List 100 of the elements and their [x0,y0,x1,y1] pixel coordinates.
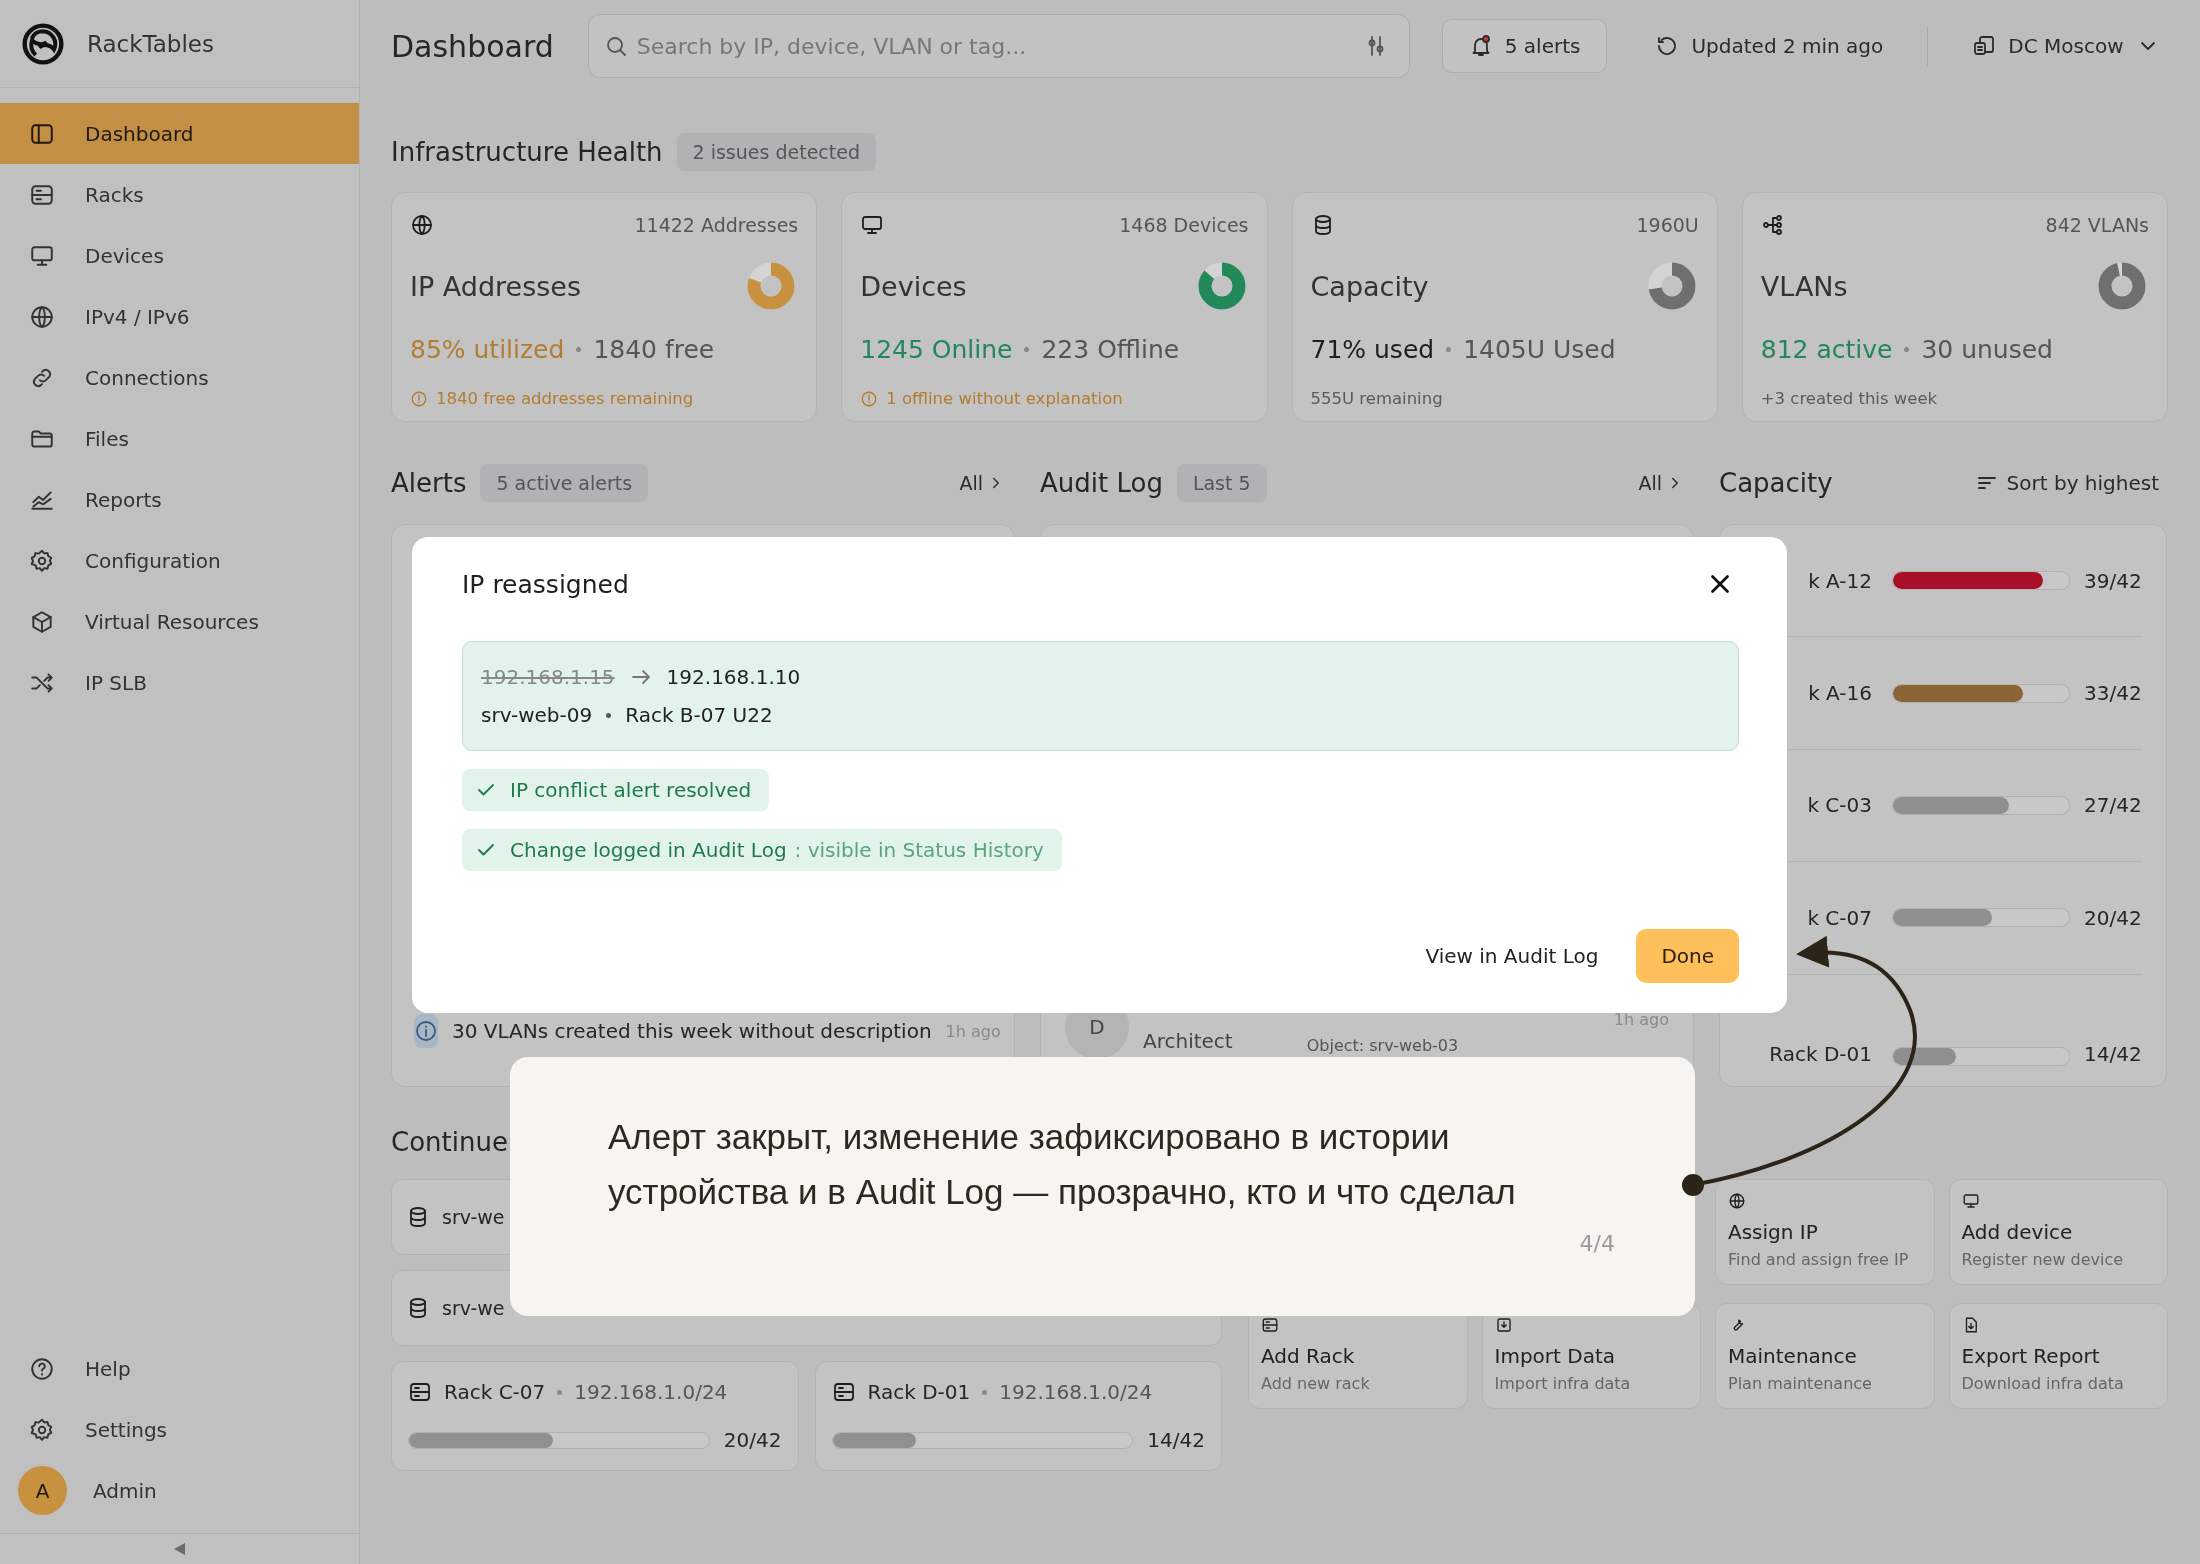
nav-item[interactable]: Dashboard [0,103,359,164]
action-subtitle: Find and assign free IP [1728,1250,1910,1269]
dialog-title: IP reassigned [462,569,629,599]
capacity-reading: 14/42 [2084,1042,2142,1066]
log-object: Object: srv-web-03 [1306,1036,1459,1057]
card-title: Devices [860,270,967,302]
network-icon [1760,213,1785,237]
card-title: Capacity [1310,270,1429,302]
count-badge: Last 5 [1176,464,1267,502]
action-title: Maintenance [1728,1344,1858,1368]
section-title: Alerts [391,468,467,498]
nav-item[interactable]: IPv4 / IPv6 [0,286,359,347]
user-name[interactable]: Admin [93,1478,157,1503]
card-title: IP Addresses [410,270,582,302]
help-icon [29,1355,55,1382]
alert-time: 1h ago [945,1021,1001,1041]
nav-item[interactable]: IP SLB [0,652,359,713]
log-time: 1h ago [1613,1010,1669,1031]
card-title: VLANs [1760,270,1848,302]
nav-item[interactable]: Racks [0,164,359,225]
cube-icon [29,608,55,635]
monitor-icon [860,213,885,237]
action-title: Export Report [1961,1344,2101,1368]
audit-log-link[interactable]: View in Audit Log [1425,944,1599,968]
capacity-reading: 20/42 [2084,905,2142,930]
separator-dot [557,1389,563,1395]
info-icon [414,1014,438,1048]
capacity-reading: 39/42 [2084,568,2142,593]
secondary-stat: 1405U Used [1463,335,1616,364]
total-count: 1960U [1636,214,1699,236]
action-title: Add Rack [1261,1344,1356,1368]
card-note: +3 created this week [1760,389,1938,408]
nav-item[interactable]: Reports [0,469,359,530]
card-note: 1 offline without explanation [886,389,1123,408]
datacenter-select[interactable]: DC Moscow [1972,34,2160,58]
section-title: Audit Log [1040,468,1163,498]
action-title: Import Data [1494,1344,1616,1368]
user-avatar[interactable]: A [18,1466,67,1515]
section-title: Continue [391,1127,508,1159]
rack-name[interactable]: Rack D-01 [1744,1042,1872,1066]
separator-dot [1904,347,1910,352]
quick-action[interactable]: Add device Register new device [1948,1179,2168,1285]
search-field[interactable]: Search by IP, device, VLAN or tag... [587,14,1410,78]
health-card[interactable]: 842 VLANs VLANs 812 active 30 unused +3 created this week [1741,192,2168,422]
issues-badge: 2 issues detected [676,133,876,171]
action-subtitle: Add new rack [1261,1374,1371,1393]
monitor-icon [1961,1192,1980,1210]
primary-stat: 812 active [1760,335,1893,364]
health-card[interactable]: 11422 Addresses IP Addresses 85% utilized 1840 free 1840 free addresses remaining [391,192,818,422]
nav-item[interactable]: Connections [0,347,359,408]
refresh-status[interactable]: Updated 2 min ago [1655,34,1884,58]
alerts-button[interactable]: 5 alerts [1441,19,1608,73]
item-name: srv-we [442,1297,505,1319]
total-count: 1468 Devices [1119,214,1249,236]
rack-icon [831,1380,856,1404]
health-card[interactable]: 1468 Devices Devices 1245 Online 223 Offline 1 offline without explanation [841,192,1268,422]
nav-item[interactable]: Settings [0,1399,359,1460]
view-all-link[interactable]: All [1638,472,1684,494]
section-title: Infrastructure Health [391,137,663,167]
globe-icon [1728,1192,1746,1210]
item-name: srv-we [442,1206,505,1228]
separator-dot [982,1389,988,1395]
capacity-reading: 33/42 [2084,681,2142,706]
rack-card[interactable]: Rack C-07 192.168.1.0/24 20/42 [391,1361,799,1471]
quick-action[interactable]: Maintenance Plan maintenance [1715,1303,1935,1409]
quick-action[interactable]: Export Report Download infra data [1948,1303,2168,1409]
action-subtitle: Register new device [1961,1250,2125,1269]
globe-icon [29,303,55,330]
collapse-icon[interactable] [174,1543,185,1555]
card-note: 555U remaining [1310,389,1443,408]
globe-icon [410,213,434,237]
rack-icon [1261,1316,1279,1334]
new-ip: 192.168.1.10 [666,665,801,689]
step-counter: 4/4 [1579,1231,1615,1256]
chip-label: IP conflict alert resolved [510,778,752,802]
sort-button[interactable]: Sort by highest [1974,471,2159,495]
view-all-link[interactable]: All [959,472,1005,494]
primary-stat: 1245 Online [860,335,1013,364]
capacity-reading: 20/42 [723,1428,782,1452]
secondary-stat: 1840 free [593,335,715,364]
card-note: 1840 free addresses remaining [436,389,694,408]
done-button[interactable]: Done [1636,929,1739,983]
secondary-stat: 30 unused [1921,335,2053,364]
rack-name: Rack C-07 [444,1380,546,1404]
nav-item[interactable]: Configuration [0,530,359,591]
action-title: Assign IP [1728,1220,1819,1244]
rack-card[interactable]: Rack D-01 192.168.1.0/24 14/42 [814,1361,1222,1471]
nav-item[interactable]: Virtual Resources [0,591,359,652]
rack-icon [408,1380,432,1404]
nav-item[interactable]: Files [0,408,359,469]
brand-name: RackTables [87,30,214,57]
health-card[interactable]: 1960U Capacity 71% used 1405U Used 555U remaining [1291,192,1718,422]
alert-text[interactable]: 30 VLANs created this week without description [452,1019,932,1043]
nav-item[interactable]: Help [0,1338,359,1399]
separator-dot [1446,347,1452,352]
chip-detail: : visible in Status History [794,838,1044,862]
action-title: Add device [1961,1220,2074,1244]
nav-item[interactable]: Devices [0,225,359,286]
stack-icon [1972,34,1997,58]
quick-action[interactable]: Assign IP Find and assign free IP [1715,1179,1935,1285]
